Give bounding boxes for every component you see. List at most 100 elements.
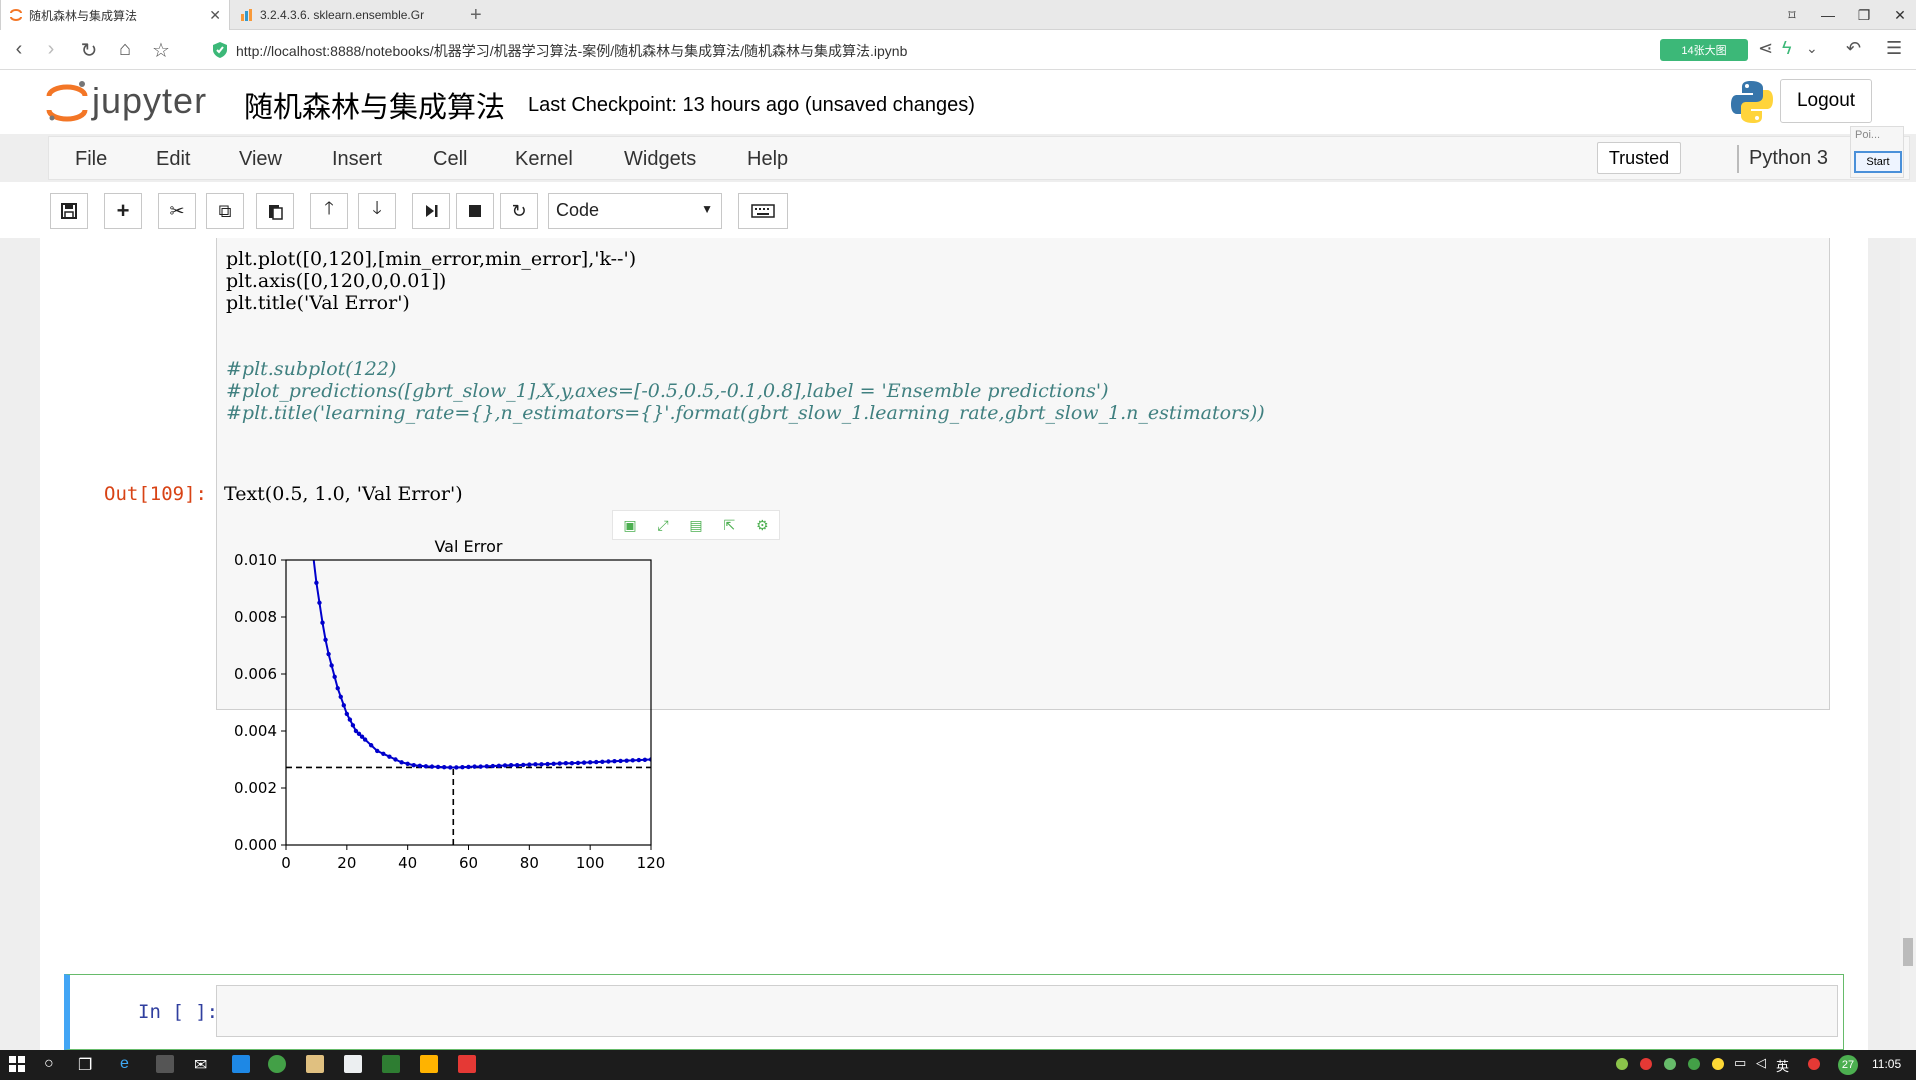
star-icon[interactable]: ☆ <box>148 38 174 63</box>
scrollbar-thumb[interactable] <box>1903 938 1913 966</box>
save-icon[interactable] <box>50 193 88 229</box>
copy-icon[interactable]: ⧉ <box>206 193 244 229</box>
keyboard-icon[interactable] <box>738 193 788 229</box>
jupyter-logo-text: jupyter <box>92 80 208 121</box>
data-point <box>514 763 520 768</box>
menu-insert[interactable]: Insert <box>332 148 382 171</box>
app-icon[interactable] <box>420 1055 438 1073</box>
data-point <box>533 762 538 767</box>
data-point <box>435 764 441 770</box>
data-point <box>399 760 404 765</box>
app-icon[interactable] <box>458 1055 476 1073</box>
tray-icon[interactable] <box>1808 1058 1820 1070</box>
y-tick-label: 0.006 <box>234 665 277 683</box>
share-icon[interactable]: ⋖ <box>1758 38 1773 59</box>
sklearn-favicon-icon <box>241 9 252 21</box>
store-icon[interactable] <box>156 1055 174 1073</box>
stop-icon[interactable] <box>456 193 494 229</box>
scrollbar[interactable] <box>1900 238 1916 1050</box>
tray-icon[interactable] <box>1640 1058 1652 1070</box>
mail-icon[interactable]: ✉ <box>194 1055 207 1075</box>
volume-icon[interactable]: ◁ <box>1756 1055 1766 1071</box>
data-point <box>375 748 380 754</box>
menu-view[interactable]: View <box>239 148 282 171</box>
tray-icon[interactable] <box>1688 1058 1700 1070</box>
code-line: plt.title('Val Error') <box>226 292 410 314</box>
windows-start-icon[interactable] <box>8 1055 26 1073</box>
jupyter-favicon-icon <box>10 9 22 21</box>
tray-icon[interactable] <box>1712 1058 1724 1070</box>
data-point <box>448 765 453 770</box>
home-icon[interactable]: ⌂ <box>112 38 138 61</box>
network-icon[interactable]: ▭ <box>1734 1055 1746 1071</box>
menu-cell[interactable]: Cell <box>433 148 467 171</box>
menu-file[interactable]: File <box>75 148 107 171</box>
data-point <box>311 555 315 559</box>
lightning-icon[interactable]: ϟ <box>1782 38 1792 59</box>
notification-badge[interactable]: 27 <box>1838 1055 1858 1075</box>
data-point <box>347 717 353 722</box>
y-tick-label: 0.000 <box>234 836 277 854</box>
arrow-up-icon[interactable]: 🡑 <box>310 193 348 229</box>
menu-widgets[interactable]: Widgets <box>624 148 696 171</box>
code-line: plt.axis([0,120,0,0.01]) <box>226 270 447 292</box>
back-icon[interactable]: ‹ <box>6 38 32 61</box>
plus-icon[interactable]: + <box>104 193 142 229</box>
minimize-icon[interactable]: — <box>1810 7 1846 23</box>
trusted-indicator[interactable]: Trusted <box>1597 142 1681 174</box>
search-icon[interactable]: ○ <box>44 1055 54 1073</box>
forward-icon[interactable]: › <box>38 38 64 61</box>
input-language[interactable]: 英 <box>1776 1056 1789 1075</box>
paste-icon[interactable] <box>256 193 294 229</box>
tray-icon[interactable] <box>1664 1058 1676 1070</box>
code-comment-line: #plt.title('learning_rate={},n_estimator… <box>226 402 1265 424</box>
app-icon[interactable] <box>382 1055 400 1073</box>
menu-icon[interactable]: ☰ <box>1886 38 1902 59</box>
close-icon[interactable]: ✕ <box>209 7 221 24</box>
pin-icon[interactable]: ⌑ <box>1774 7 1810 24</box>
menu-kernel[interactable]: Kernel <box>515 148 573 171</box>
cell-type-select[interactable]: Code ▼ <box>548 193 722 229</box>
browser-360-icon[interactable] <box>268 1055 286 1073</box>
data-point <box>600 759 605 764</box>
run-icon[interactable] <box>412 193 450 229</box>
data-point <box>429 764 435 769</box>
data-point <box>594 759 599 765</box>
checkpoint-status: Last Checkpoint: 13 hours ago (unsaved c… <box>528 94 975 116</box>
restart-icon[interactable]: ↻ <box>500 193 538 229</box>
empty-input-cell[interactable]: In [ ]: <box>64 974 1844 1050</box>
undo-icon[interactable]: ↶ <box>1846 38 1861 59</box>
explorer-icon[interactable] <box>306 1055 324 1073</box>
scissors-icon[interactable]: ✂ <box>158 193 196 229</box>
logout-button[interactable]: Logout <box>1780 79 1872 123</box>
address-bar: ‹ › ↻ ⌂ ☆ http://localhost:8888/notebook… <box>0 30 1916 70</box>
tray-icon[interactable] <box>1616 1058 1628 1070</box>
data-point <box>563 761 569 766</box>
window-controls: ⌑ — ❐ ✕ <box>1774 0 1916 30</box>
tab-notebook[interactable]: 随机森林与集成算法 ✕ <box>0 0 230 30</box>
url-input[interactable]: http://localhost:8888/notebooks/机器学习/机器学… <box>236 41 907 61</box>
chart-title: Val Error <box>434 537 502 556</box>
edge-icon[interactable]: e <box>120 1055 129 1073</box>
chevron-down-icon[interactable]: ⌄ <box>1806 40 1818 57</box>
data-point <box>478 764 483 769</box>
notebook-name[interactable]: 随机森林与集成算法 <box>244 84 505 126</box>
x-tick-label: 0 <box>281 854 291 872</box>
plot-frame <box>285 559 652 846</box>
notebook-container: plt.plot([0,120],[min_error,min_error],'… <box>40 238 1868 1050</box>
menu-help[interactable]: Help <box>747 148 788 171</box>
x-tick-label: 20 <box>337 854 356 872</box>
menu-edit[interactable]: Edit <box>156 148 190 171</box>
app-icon[interactable] <box>344 1055 362 1073</box>
cell-input-area[interactable] <box>216 985 1838 1037</box>
arrow-down-icon[interactable]: 🡓 <box>358 193 396 229</box>
tab-sklearn-docs[interactable]: 3.2.4.3.6. sklearn.ensemble.Gr <box>232 0 460 30</box>
new-tab-button[interactable]: + <box>470 4 482 27</box>
image-pill-button[interactable]: 14张大图 <box>1660 39 1748 61</box>
start-button[interactable]: Start <box>1854 151 1902 173</box>
app-icon[interactable] <box>232 1055 250 1073</box>
task-view-icon[interactable]: ❐ <box>78 1055 92 1075</box>
reload-icon[interactable]: ↻ <box>76 38 102 63</box>
close-window-icon[interactable]: ✕ <box>1882 7 1916 24</box>
restore-icon[interactable]: ❐ <box>1846 7 1882 24</box>
